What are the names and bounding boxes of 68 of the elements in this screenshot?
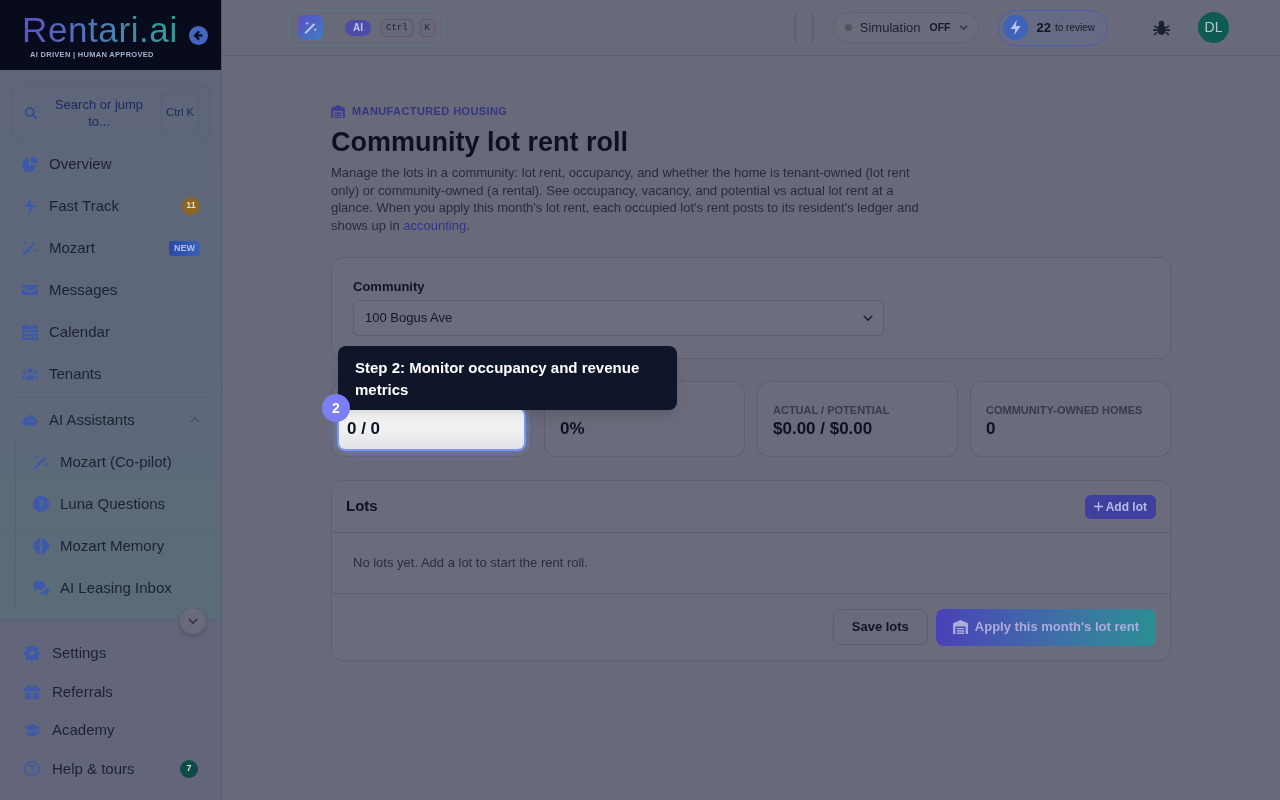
magic-wand-icon: [33, 454, 49, 470]
review-button[interactable]: 22 to review: [997, 9, 1108, 46]
nav-item[interactable]: Mozart Memory: [16, 525, 221, 567]
nav-item[interactable]: Referrals: [0, 672, 221, 711]
panel-title: Lots: [346, 496, 378, 517]
shortcut-key: K: [419, 18, 435, 37]
gift-icon: [24, 683, 40, 700]
nav-group-header[interactable]: AI Assistants: [0, 399, 221, 441]
graduation-cap-icon: [24, 722, 40, 739]
settings-icon: [24, 645, 40, 662]
building-icon: [331, 104, 345, 118]
avatar[interactable]: DL: [1198, 12, 1229, 43]
collapse-sidebar-button[interactable]: [189, 25, 208, 45]
page-title: Community lot rent roll: [331, 126, 628, 159]
users-icon: [22, 366, 38, 382]
shortcut-key: Ctrl: [381, 18, 413, 37]
pie-chart-icon: [22, 156, 38, 172]
bug-icon[interactable]: [1153, 19, 1170, 36]
chevron-down-icon: [188, 618, 198, 624]
simulation-toggle[interactable]: Simulation OFF: [832, 12, 979, 43]
chevron-down-icon: [863, 315, 873, 321]
robot-icon: [22, 414, 38, 426]
tour-tooltip: Step 2: Monitor occupancy and revenue metrics: [338, 346, 677, 410]
new-tag: NEW: [169, 240, 200, 256]
brain-icon: [33, 538, 49, 554]
arrow-left-icon: [189, 25, 208, 45]
step-badge: 2: [322, 394, 350, 422]
stat-value: 0 / 0: [339, 409, 524, 449]
nav-item[interactable]: Luna Questions: [16, 483, 221, 525]
magic-wand-icon: [22, 240, 38, 256]
lightning-icon: [22, 198, 38, 214]
nav-item[interactable]: Help & tours 7: [0, 749, 221, 788]
calendar-icon: [22, 324, 38, 340]
nav-item[interactable]: Mozart NEW: [0, 227, 221, 269]
nav-item[interactable]: Calendar: [0, 311, 221, 353]
chat-bubbles-icon: [33, 580, 49, 596]
nav-item[interactable]: Fast Track 11: [0, 185, 221, 227]
nav-item[interactable]: Settings: [0, 634, 221, 673]
stat-value: 0%: [560, 418, 585, 440]
nav-item[interactable]: Academy: [0, 711, 221, 750]
nav-item[interactable]: Mozart (Co-pilot): [16, 441, 221, 483]
page-description: Manage the lots in a community: lot rent, occupancy, and whether the home is tenant-owned (lot rent only) or community-owned (a rental). See occupancy, vacancy, and potential vs actual lot rent at a glance. When you apply this month's lot rent, each occupied lot's rent posts to its resident's ledger and shows up in accounting.: [331, 164, 920, 234]
envelope-icon: [22, 282, 38, 298]
nav-item[interactable]: Overview: [0, 143, 221, 185]
save-lots-button[interactable]: Save lots: [832, 609, 928, 645]
field-label: Community: [353, 279, 425, 295]
magic-wand-icon: [298, 15, 323, 40]
shortcut-hint: Ctrl K: [161, 93, 199, 132]
add-lot-button[interactable]: Add lot: [1084, 494, 1156, 519]
nav-item[interactable]: Messages: [0, 269, 221, 311]
nav-item[interactable]: Tenants: [0, 353, 221, 395]
lightning-icon: [1002, 15, 1028, 40]
help-icon: [24, 760, 40, 777]
ai-badge: AI: [345, 19, 371, 36]
chevron-down-icon: [958, 25, 968, 30]
nav-item[interactable]: AI Leasing Inbox: [16, 567, 221, 609]
search-icon: [25, 106, 37, 119]
community-select[interactable]: 100 Bogus Ave: [353, 300, 884, 336]
ai-command-button[interactable]: AI Ctrl K: [288, 9, 445, 46]
count-badge: 11: [182, 197, 200, 215]
stat-value: $0.00 / $0.00: [773, 418, 873, 440]
plus-icon: [1093, 502, 1103, 511]
building-icon: [952, 620, 968, 634]
empty-message: No lots yet. Add a lot to start the rent roll.: [353, 554, 588, 573]
search-placeholder: Search or jump to...: [53, 95, 145, 130]
stat-value: 0: [986, 418, 996, 440]
search-field[interactable]: Search or jump to... Ctrl K: [11, 85, 210, 140]
count-badge: 7: [180, 759, 198, 778]
